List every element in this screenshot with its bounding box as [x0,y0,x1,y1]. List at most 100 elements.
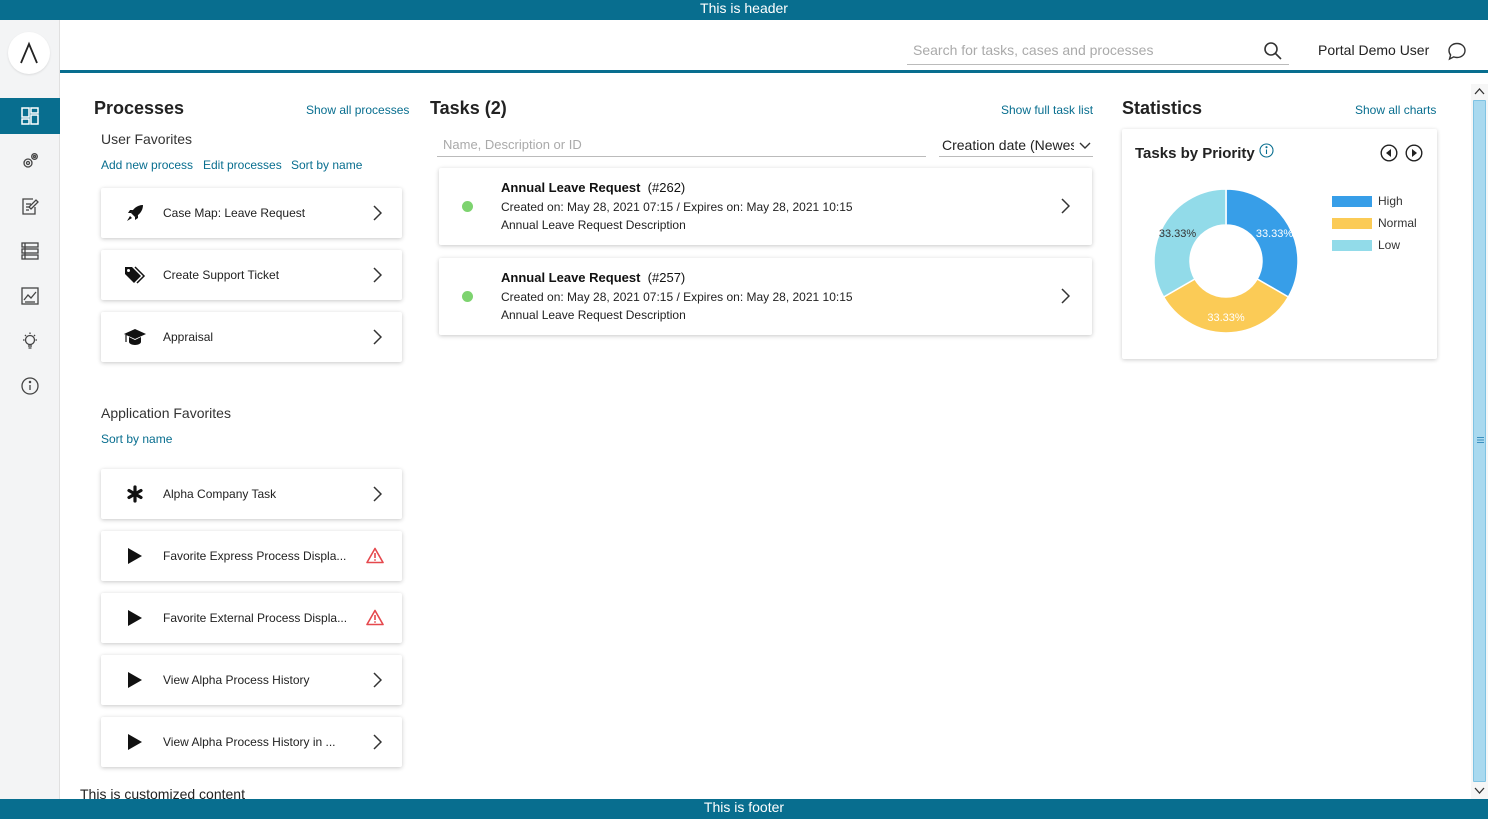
pie-slice-label: 33.33% [1256,228,1294,240]
global-search [907,38,1289,65]
legend-swatch [1332,217,1372,229]
process-card[interactable]: View Alpha Process History [101,655,402,705]
legend-item[interactable]: High [1332,194,1403,208]
process-card[interactable]: Alpha Company Task [101,469,402,519]
chevron-right-icon [1061,288,1070,304]
legend-item[interactable]: Low [1332,238,1400,252]
search-icon[interactable] [1263,41,1283,61]
scroll-up-icon[interactable] [1474,87,1485,96]
chart-title: Tasks by Priority [1135,145,1255,162]
process-card[interactable]: Case Map: Leave Request [101,188,402,238]
warning-icon [366,609,384,626]
top-bar: Portal Demo User [60,20,1488,73]
task-sort-value: Creation date (Newest first) [942,137,1074,153]
next-chart-icon[interactable] [1405,144,1423,162]
chevron-right-icon [373,734,382,750]
tag-icon [125,266,146,284]
process-label: View Alpha Process History [163,673,310,687]
process-label: Case Map: Leave Request [163,206,306,220]
process-label: Favorite External Process Displa... [163,611,348,625]
cases-list-icon [21,242,39,260]
chevron-down-icon [1079,142,1091,149]
show-all-charts-link[interactable]: Show all charts [1355,103,1436,117]
process-card[interactable]: Favorite Express Process Displa... [101,531,402,581]
sort-user-favorites-link[interactable]: Sort by name [291,158,362,172]
edit-processes-link[interactable]: Edit processes [203,158,282,172]
tasks-title: Tasks (2) [430,98,507,118]
process-card[interactable]: View Alpha Process History in ... [101,717,402,767]
footer-banner: This is footer [0,799,1488,819]
rocket-icon [127,205,143,221]
legend-item[interactable]: Normal [1332,216,1417,230]
page-scrollbar[interactable] [1471,84,1488,799]
scrollbar-thumb[interactable] [1473,100,1486,782]
task-status-dot [462,201,473,212]
chevron-right-icon [373,205,382,221]
pie-slice-low[interactable] [1153,188,1227,299]
task-sort-select[interactable]: Creation date (Newest first) [939,136,1093,157]
play-icon [128,548,142,564]
chevron-right-icon [373,267,382,283]
processes-gear-icon [23,153,38,168]
tasks-edit-icon [22,198,39,215]
task-filter-input[interactable] [437,137,917,152]
task-title: Annual Leave Request (#257) [501,270,686,285]
process-card[interactable]: Favorite External Process Displa... [101,593,402,643]
nav-statistics[interactable] [0,278,60,314]
chevron-right-icon [373,486,382,502]
nav-ideas[interactable] [0,323,60,359]
process-label: Alpha Company Task [163,487,277,501]
add-new-process-link[interactable]: Add new process [101,158,193,172]
chevron-right-icon [373,329,382,345]
play-icon [128,672,142,688]
global-search-input[interactable] [907,38,1247,62]
chart-info-icon[interactable] [1259,143,1274,158]
sort-app-favorites-link[interactable]: Sort by name [101,432,172,446]
legend-swatch [1332,195,1372,207]
pie-slice-label: 33.33% [1159,228,1197,240]
graduation-cap-icon [124,329,146,345]
pie-slice-normal[interactable] [1162,277,1290,334]
task-description: Annual Leave Request Description [501,308,686,322]
task-description: Annual Leave Request Description [501,218,686,232]
nav-cases[interactable] [0,233,60,269]
chat-icon[interactable] [1447,41,1467,61]
chevron-right-icon [1061,198,1070,214]
statistics-chart-icon [21,287,39,305]
play-icon [128,734,142,750]
grip-icon [1477,437,1484,443]
play-icon [128,610,142,626]
nav-tasks[interactable] [0,188,60,224]
process-card[interactable]: Appraisal [101,312,402,362]
previous-chart-icon[interactable] [1380,144,1398,162]
logo-lambda-icon [20,41,38,64]
portal-logo[interactable] [8,32,50,74]
asterisk-icon [127,485,143,503]
show-all-processes-link[interactable]: Show all processes [306,103,409,117]
process-label: Favorite Express Process Displa... [163,549,347,563]
dashboard-icon [21,107,39,125]
pie-slice-high[interactable] [1225,188,1299,299]
application-favorites-heading: Application Favorites [101,405,231,421]
warning-icon [366,547,384,564]
user-name[interactable]: Portal Demo User [1318,42,1429,58]
nav-processes[interactable] [0,143,60,179]
customized-content-text: This is customized content [80,786,245,802]
process-label: Create Support Ticket [163,268,280,282]
process-label: Appraisal [163,330,214,344]
task-row[interactable]: Annual Leave Request (#257) Created on: … [439,258,1092,335]
chevron-right-icon [373,672,382,688]
process-card[interactable]: Create Support Ticket [101,250,402,300]
task-filter [437,136,926,157]
task-row[interactable]: Annual Leave Request (#262) Created on: … [439,168,1092,245]
user-favorites-heading: User Favorites [101,131,193,147]
header-banner: This is header [0,0,1488,20]
nav-dashboard[interactable] [0,98,60,134]
process-label: View Alpha Process History in ... [163,735,336,749]
show-full-task-list-link[interactable]: Show full task list [1001,103,1093,117]
priority-donut-chart: 33.33% 33.33% 33.33% [1153,188,1299,334]
nav-info[interactable] [0,368,60,404]
task-title: Annual Leave Request (#262) [501,180,686,195]
scroll-down-icon[interactable] [1474,786,1485,795]
task-status-dot [462,291,473,302]
